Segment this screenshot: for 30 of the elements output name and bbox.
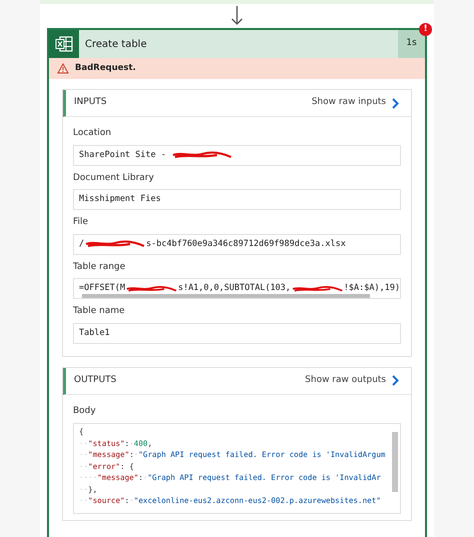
vertical-scrollbar[interactable] xyxy=(392,432,398,492)
redaction-scribble xyxy=(126,284,178,294)
field-value: =OFFSET(M s!A1,0,0,SUBTOTAL(103, !$A:$A),19) xyxy=(73,278,401,299)
error-badge: ! xyxy=(419,23,432,36)
show-raw-link[interactable]: Show raw outputs xyxy=(305,374,399,388)
field-value: / s-bc4bf760e9a346c89712d69f989dce3a.xlsx xyxy=(73,234,401,254)
field-value: SharePoint Site - xyxy=(73,144,401,166)
duration-label: 1s xyxy=(398,30,425,58)
error-message: BadRequest. xyxy=(75,62,136,75)
field-label: Document Library xyxy=(73,172,155,184)
field-label: File xyxy=(73,216,90,229)
section-title: INPUTS xyxy=(74,96,107,110)
chevron-right-icon xyxy=(392,98,399,108)
redaction-scribble xyxy=(85,239,146,249)
chevron-right-icon xyxy=(392,375,399,386)
field-label: Table name xyxy=(73,305,126,318)
warning-icon xyxy=(57,63,69,74)
horizontal-scrollbar[interactable] xyxy=(82,294,370,298)
field-label: Table range xyxy=(73,260,126,274)
spreadsheet-icon xyxy=(55,36,73,52)
show-raw-link[interactable]: Show raw inputs xyxy=(312,96,399,110)
down-arrow-icon xyxy=(231,6,243,26)
field-value: Misshipment Fies xyxy=(73,189,401,210)
redaction-scribble xyxy=(172,150,232,160)
field-label: Body xyxy=(73,404,97,418)
field-label: Location xyxy=(73,127,112,140)
section-title: OUTPUTS xyxy=(74,374,116,387)
action-title: Create table xyxy=(84,38,148,52)
redaction-scribble xyxy=(292,284,343,294)
field-value: Table1 xyxy=(73,322,401,344)
